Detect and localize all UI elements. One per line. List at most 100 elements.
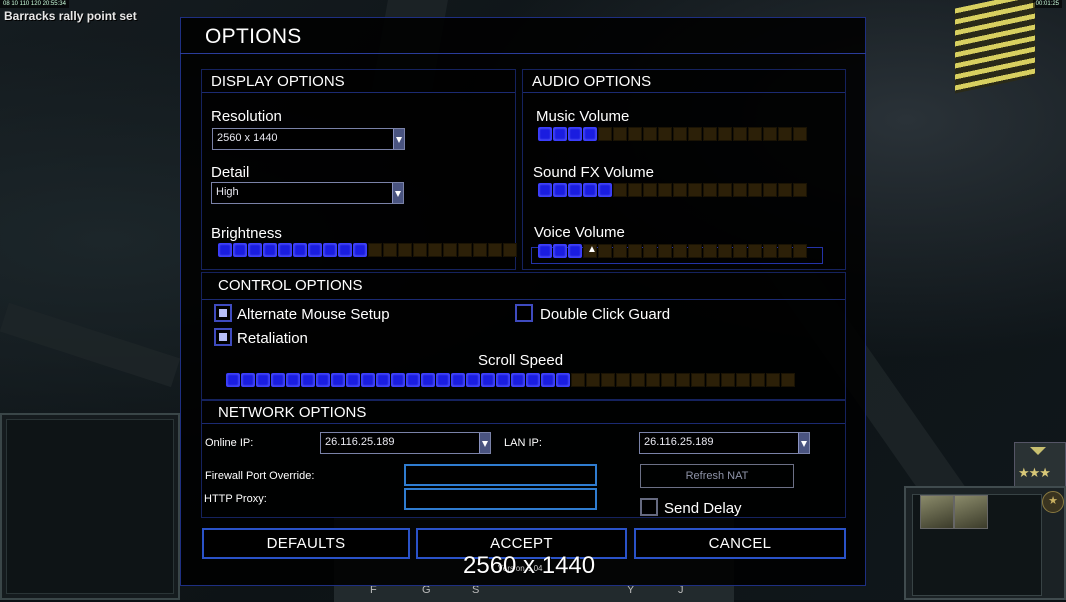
double-click-guard-checkbox[interactable] bbox=[515, 304, 533, 322]
online-ip-dropdown[interactable]: 26.116.25.189 bbox=[320, 432, 491, 454]
slider-segment[interactable] bbox=[481, 373, 495, 387]
chevron-down-icon[interactable] bbox=[479, 433, 490, 453]
slider-segment[interactable] bbox=[308, 243, 322, 257]
slider-segment[interactable] bbox=[458, 243, 472, 257]
slider-segment[interactable] bbox=[601, 373, 615, 387]
slider-segment[interactable] bbox=[793, 183, 807, 197]
unit-portrait[interactable] bbox=[954, 495, 988, 529]
slider-segment[interactable] bbox=[278, 243, 292, 257]
slider-segment[interactable] bbox=[613, 244, 627, 258]
slider-segment[interactable] bbox=[598, 183, 612, 197]
slider-segment[interactable] bbox=[553, 127, 567, 141]
slider-segment[interactable] bbox=[691, 373, 705, 387]
slider-segment[interactable] bbox=[628, 244, 642, 258]
slider-segment[interactable] bbox=[778, 127, 792, 141]
slider-segment[interactable] bbox=[338, 243, 352, 257]
slider-segment[interactable] bbox=[241, 373, 255, 387]
slider-segment[interactable] bbox=[631, 373, 645, 387]
slider-segment[interactable] bbox=[301, 373, 315, 387]
slider-segment[interactable] bbox=[778, 244, 792, 258]
music-volume-slider[interactable] bbox=[538, 127, 807, 142]
slider-segment[interactable] bbox=[218, 243, 232, 257]
slider-segment[interactable] bbox=[368, 243, 382, 257]
slider-segment[interactable] bbox=[673, 244, 687, 258]
slider-segment[interactable] bbox=[538, 183, 552, 197]
cancel-button[interactable]: CANCEL bbox=[634, 528, 846, 559]
slider-segment[interactable] bbox=[763, 244, 777, 258]
slider-segment[interactable] bbox=[703, 183, 717, 197]
slider-segment[interactable] bbox=[748, 183, 762, 197]
slider-segment[interactable] bbox=[571, 373, 585, 387]
slider-segment[interactable] bbox=[658, 183, 672, 197]
slider-segment[interactable] bbox=[496, 373, 510, 387]
slider-segment[interactable] bbox=[263, 243, 277, 257]
slider-segment[interactable] bbox=[748, 127, 762, 141]
slider-segment[interactable] bbox=[628, 183, 642, 197]
slider-segment[interactable] bbox=[793, 127, 807, 141]
slider-segment[interactable] bbox=[443, 243, 457, 257]
slider-segment[interactable] bbox=[436, 373, 450, 387]
slider-segment[interactable] bbox=[538, 244, 552, 258]
slider-segment[interactable] bbox=[781, 373, 795, 387]
slider-segment[interactable] bbox=[413, 243, 427, 257]
slider-segment[interactable] bbox=[286, 373, 300, 387]
slider-segment[interactable] bbox=[383, 243, 397, 257]
slider-segment[interactable] bbox=[763, 127, 777, 141]
slider-segment[interactable] bbox=[503, 243, 517, 257]
slider-segment[interactable] bbox=[643, 183, 657, 197]
alternate-mouse-checkbox[interactable] bbox=[214, 304, 232, 322]
slider-segment[interactable] bbox=[703, 244, 717, 258]
slider-segment[interactable] bbox=[353, 243, 367, 257]
slider-segment[interactable] bbox=[376, 373, 390, 387]
slider-segment[interactable] bbox=[718, 127, 732, 141]
slider-segment[interactable] bbox=[406, 373, 420, 387]
firewall-port-input[interactable] bbox=[406, 466, 595, 484]
slider-segment[interactable] bbox=[428, 243, 442, 257]
slider-segment[interactable] bbox=[733, 127, 747, 141]
slider-segment[interactable] bbox=[643, 244, 657, 258]
voice-volume-slider[interactable] bbox=[538, 244, 807, 259]
slider-segment[interactable] bbox=[451, 373, 465, 387]
chevron-down-icon[interactable] bbox=[392, 183, 403, 203]
slider-segment[interactable] bbox=[488, 243, 502, 257]
slider-segment[interactable] bbox=[643, 127, 657, 141]
slider-segment[interactable] bbox=[323, 243, 337, 257]
slider-segment[interactable] bbox=[793, 244, 807, 258]
slider-segment[interactable] bbox=[688, 127, 702, 141]
slider-segment[interactable] bbox=[466, 373, 480, 387]
chevron-down-icon[interactable] bbox=[798, 433, 809, 453]
slider-segment[interactable] bbox=[271, 373, 285, 387]
slider-segment[interactable] bbox=[628, 127, 642, 141]
slider-segment[interactable] bbox=[703, 127, 717, 141]
slider-segment[interactable] bbox=[233, 243, 247, 257]
sound-fx-volume-slider[interactable] bbox=[538, 183, 807, 198]
slider-thumb-icon[interactable]: ▲ bbox=[587, 244, 597, 255]
slider-segment[interactable] bbox=[676, 373, 690, 387]
detail-dropdown[interactable]: High bbox=[211, 182, 404, 204]
slider-segment[interactable] bbox=[748, 244, 762, 258]
slider-segment[interactable] bbox=[346, 373, 360, 387]
slider-segment[interactable] bbox=[616, 373, 630, 387]
slider-segment[interactable] bbox=[718, 183, 732, 197]
slider-segment[interactable] bbox=[526, 373, 540, 387]
scroll-speed-slider[interactable] bbox=[226, 373, 795, 388]
slider-segment[interactable] bbox=[568, 127, 582, 141]
chevron-down-icon[interactable] bbox=[1030, 447, 1046, 455]
slider-segment[interactable] bbox=[613, 183, 627, 197]
slider-segment[interactable] bbox=[568, 183, 582, 197]
slider-segment[interactable] bbox=[733, 183, 747, 197]
slider-segment[interactable] bbox=[583, 183, 597, 197]
refresh-nat-button[interactable]: Refresh NAT bbox=[640, 464, 794, 488]
slider-segment[interactable] bbox=[583, 127, 597, 141]
slider-segment[interactable] bbox=[736, 373, 750, 387]
slider-segment[interactable] bbox=[613, 127, 627, 141]
slider-segment[interactable] bbox=[673, 183, 687, 197]
retaliation-checkbox[interactable] bbox=[214, 328, 232, 346]
slider-segment[interactable] bbox=[646, 373, 660, 387]
slider-segment[interactable] bbox=[733, 244, 747, 258]
lan-ip-dropdown[interactable]: 26.116.25.189 bbox=[639, 432, 810, 454]
slider-segment[interactable] bbox=[256, 373, 270, 387]
slider-segment[interactable] bbox=[248, 243, 262, 257]
slider-segment[interactable] bbox=[541, 373, 555, 387]
slider-segment[interactable] bbox=[598, 127, 612, 141]
